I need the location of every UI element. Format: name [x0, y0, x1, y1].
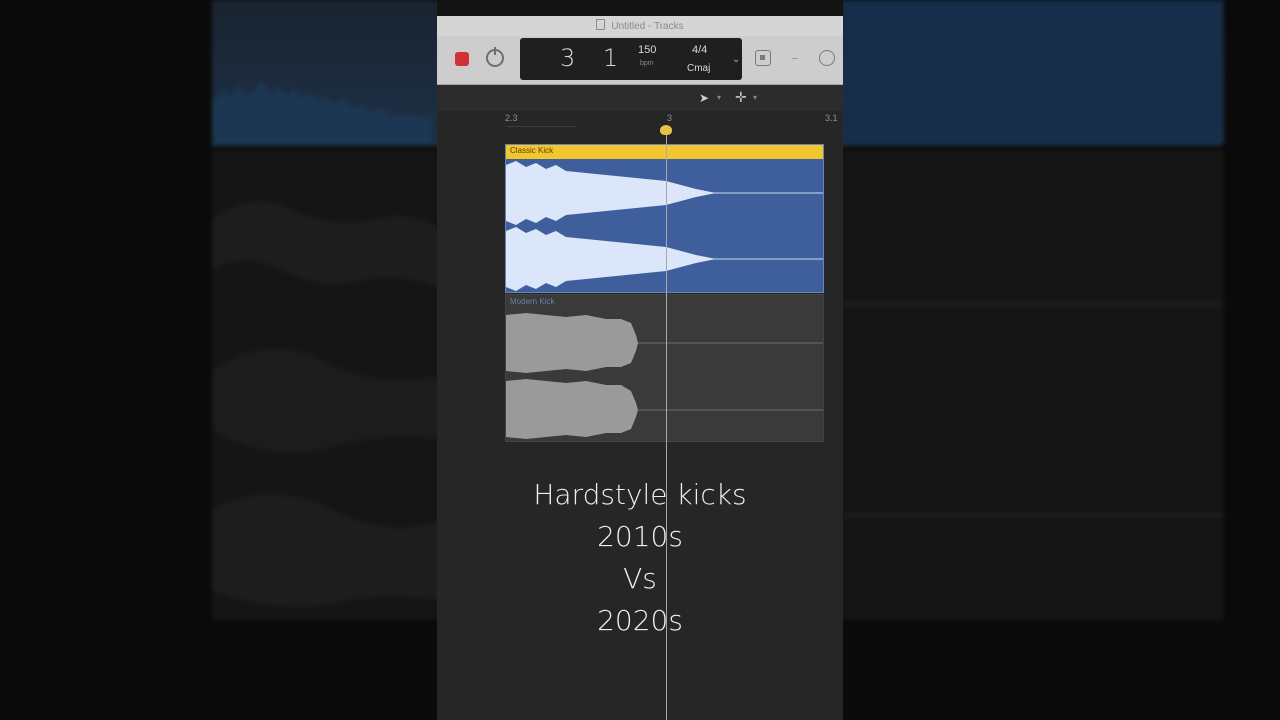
bg-waveform	[212, 80, 432, 146]
crosshair-icon[interactable]: ✛	[735, 89, 747, 106]
lcd-dropdown-icon[interactable]: ⌄	[732, 54, 740, 65]
bg-region-blue	[844, 0, 1222, 146]
tempo-value: 150	[638, 44, 657, 56]
ruler-marker: 3	[667, 113, 673, 123]
timeline-ruler[interactable]: 2.3 3 3.1	[437, 111, 843, 133]
caption-line-3: Vs	[623, 562, 657, 595]
chevron-down-icon[interactable]: ▾	[717, 93, 721, 102]
top-strip	[437, 0, 843, 16]
waveform-classic	[506, 161, 823, 291]
audio-region-modern[interactable]: Modern Kick	[505, 294, 824, 442]
waveform-modern	[506, 313, 823, 439]
caption-line-2: 2010s	[597, 520, 683, 553]
caption-line-4: 2020s	[597, 604, 683, 637]
tempo-label: bpm	[640, 60, 654, 67]
bg-lane-divider	[844, 514, 1222, 516]
tools-row: ➤ ▾ ✛ ▾	[437, 85, 843, 111]
playhead-handle[interactable]	[660, 125, 672, 135]
time-signature: 4/4	[692, 44, 708, 56]
daw-column: Untitled - Tracks 3 1 150 bpm 4/4 Cmaj ⌄…	[437, 0, 843, 720]
cycle-icon[interactable]	[486, 47, 504, 67]
ruler-marker: 3.1	[825, 113, 838, 123]
bg-waveform-dark	[212, 202, 442, 606]
metronome-icon[interactable]	[819, 50, 835, 66]
window-titlebar: Untitled - Tracks	[437, 16, 843, 37]
window-title-text: Untitled - Tracks	[611, 21, 684, 32]
audio-region-classic[interactable]: Classic Kick	[505, 144, 824, 293]
caption-line-1: Hardstyle kicks	[533, 478, 747, 511]
bg-lane-divider	[844, 303, 1222, 305]
document-icon	[596, 19, 606, 30]
key-signature: Cmaj	[687, 63, 711, 74]
tuner-icon[interactable]	[755, 50, 771, 66]
window-title: Untitled - Tracks	[437, 19, 843, 32]
playhead	[666, 130, 667, 720]
playhead-position: 3 1	[560, 44, 629, 72]
ruler-marker: 2.3	[505, 113, 518, 123]
control-bar: 3 1 150 bpm 4/4 Cmaj ⌄	[437, 36, 843, 85]
record-icon[interactable]	[455, 52, 469, 66]
lcd-display[interactable]: 3 1 150 bpm 4/4 Cmaj ⌄	[520, 38, 742, 80]
chevron-down-icon[interactable]: ▾	[753, 93, 757, 102]
toolbar-separator	[792, 58, 798, 59]
ruler-line	[507, 126, 577, 127]
pointer-tool-icon[interactable]: ➤	[699, 91, 709, 105]
